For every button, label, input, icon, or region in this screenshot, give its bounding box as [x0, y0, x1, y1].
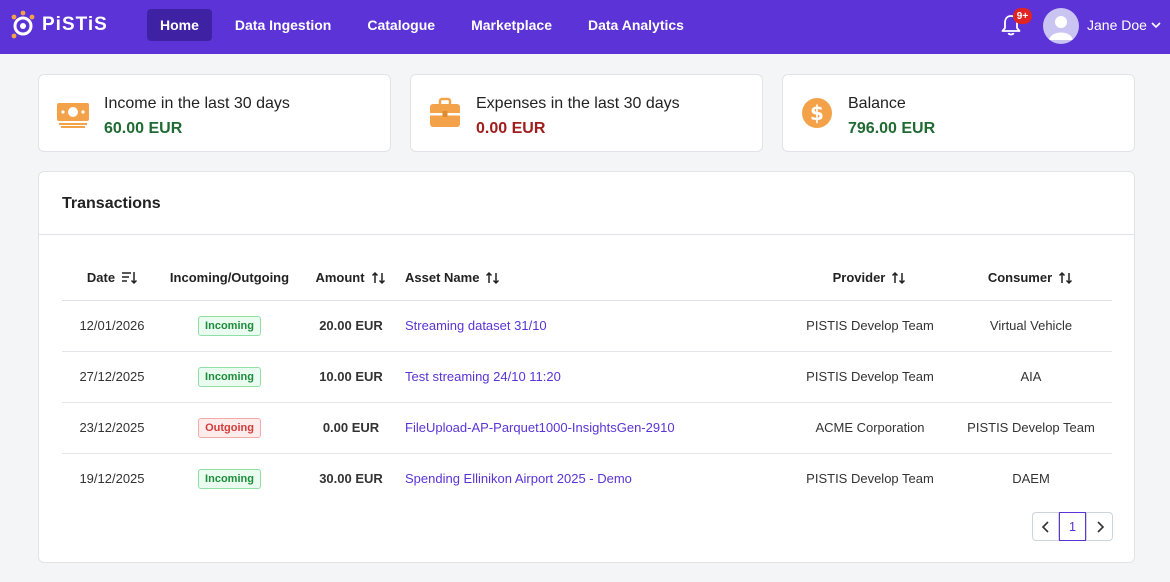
logo-icon: [11, 10, 35, 39]
table-row: 12/01/2026 Incoming 20.00 EUR Streaming …: [62, 300, 1112, 352]
cell-direction: Incoming: [162, 453, 297, 504]
status-badge: Incoming: [198, 366, 261, 387]
expenses-value: 0.00 EUR: [476, 120, 546, 137]
cell-asset: Test streaming 24/10 11:20: [405, 351, 790, 403]
panel-title: Transactions: [62, 195, 161, 212]
cell-asset: FileUpload-AP-Parquet1000-InsightsGen-29…: [405, 402, 790, 454]
cell-amount: 30.00 EUR: [319, 471, 383, 487]
pistis-logo[interactable]: PiSTiS: [10, 10, 108, 40]
notification-badge: 9+: [1013, 8, 1032, 24]
chevron-right-icon: [1096, 520, 1104, 533]
nav-home[interactable]: Home: [147, 9, 212, 41]
cell-asset: Spending Ellinikon Airport 2025 - Demo: [405, 453, 790, 504]
cell-asset: Streaming dataset 31/10: [405, 300, 790, 352]
svg-text:$: $: [810, 101, 824, 125]
cell-date: 19/12/2025: [79, 471, 145, 487]
cell-direction: Incoming: [162, 351, 297, 403]
column-header-consumer[interactable]: Consumer: [950, 256, 1112, 301]
column-header-provider[interactable]: Provider: [790, 256, 950, 301]
cell-direction: Incoming: [162, 300, 297, 352]
column-header-date[interactable]: Date: [62, 256, 162, 301]
sort-desc-icon[interactable]: [121, 271, 138, 285]
status-badge: Incoming: [198, 468, 261, 489]
chevron-down-icon[interactable]: [1150, 19, 1162, 31]
next-page-button[interactable]: [1086, 512, 1113, 541]
cell-date: 23/12/2025: [62, 402, 162, 454]
table-row: 27/12/2025 Incoming 10.00 EUR Test strea…: [62, 351, 1112, 403]
asset-link[interactable]: FileUpload-AP-Parquet1000-InsightsGen-29…: [405, 420, 675, 435]
income-label: Income in the last 30 days: [104, 95, 290, 112]
chevron-left-icon: [1041, 520, 1049, 533]
main-menu: Home Data Ingestion Catalogue Marketplac…: [147, 9, 707, 41]
asset-link[interactable]: Test streaming 24/10 11:20: [405, 369, 561, 384]
cell-amount: 20.00 EUR: [297, 300, 405, 352]
balance-label: Balance: [848, 95, 906, 112]
user-avatar-icon: [1049, 16, 1073, 40]
cell-consumer: PISTIS Develop Team: [950, 402, 1112, 454]
status-badge: Incoming: [198, 315, 261, 336]
column-header-asset-name[interactable]: Asset Name: [405, 256, 790, 301]
logo-text: PiSTiS: [42, 14, 108, 35]
transactions-table: Date Incoming/Outgoing Amount Asset Name…: [62, 256, 1112, 504]
briefcase-icon: [430, 97, 460, 127]
avatar[interactable]: [1043, 8, 1079, 44]
sort-icon[interactable]: [891, 271, 907, 285]
cell-provider: PISTIS Develop Team: [790, 351, 950, 403]
user-name[interactable]: Jane Doe: [1087, 17, 1147, 33]
column-header-direction: Incoming/Outgoing: [162, 256, 297, 301]
divider: [39, 234, 1134, 235]
cell-date: 27/12/2025: [62, 351, 162, 403]
expenses-label: Expenses in the last 30 days: [476, 95, 680, 112]
sort-icon[interactable]: [485, 271, 501, 285]
status-badge: Outgoing: [198, 417, 261, 438]
cell-consumer: Virtual Vehicle: [950, 300, 1112, 352]
cell-consumer: AIA: [950, 351, 1112, 403]
table-header-row: Date Incoming/Outgoing Amount Asset Name…: [62, 256, 1112, 301]
asset-link[interactable]: Spending Ellinikon Airport 2025 - Demo: [405, 471, 632, 486]
cell-provider: PISTIS Develop Team: [790, 300, 950, 352]
dollar-coin-icon: $: [802, 98, 832, 128]
nav-marketplace[interactable]: Marketplace: [458, 9, 565, 41]
table-row: 23/12/2025 Outgoing 0.00 EUR FileUpload-…: [62, 402, 1112, 454]
sort-icon[interactable]: [1058, 271, 1074, 285]
cell-provider: PISTIS Develop Team: [806, 471, 934, 487]
prev-page-button[interactable]: [1032, 512, 1059, 541]
nav-data-ingestion[interactable]: Data Ingestion: [222, 9, 344, 41]
nav-catalogue[interactable]: Catalogue: [354, 9, 448, 41]
column-header-amount[interactable]: Amount: [297, 256, 405, 301]
balance-value: 796.00 EUR: [848, 120, 936, 137]
income-value: 60.00 EUR: [104, 120, 183, 137]
asset-link[interactable]: Streaming dataset 31/10: [405, 318, 547, 333]
cell-date: 12/01/2026: [62, 300, 162, 352]
table-row: 19/12/2025 Incoming 30.00 EUR Spending E…: [62, 453, 1112, 504]
cell-consumer: DAEM: [1012, 471, 1050, 487]
nav-data-analytics[interactable]: Data Analytics: [575, 9, 697, 41]
top-navbar: PiSTiS Home Data Ingestion Catalogue Mar…: [0, 0, 1170, 54]
cell-provider: ACME Corporation: [790, 402, 950, 454]
transactions-panel: Transactions Date Incoming/Outgoing Amou…: [38, 171, 1135, 563]
cell-direction: Outgoing: [162, 402, 297, 454]
balance-card: $ Balance 796.00 EUR: [782, 74, 1135, 152]
cell-amount: 0.00 EUR: [297, 402, 405, 454]
money-icon: [57, 103, 89, 128]
income-card: Income in the last 30 days 60.00 EUR: [38, 74, 391, 152]
cell-amount: 10.00 EUR: [297, 351, 405, 403]
expenses-card: Expenses in the last 30 days 0.00 EUR: [410, 74, 763, 152]
pagination: 1: [1032, 512, 1113, 541]
sort-icon[interactable]: [371, 271, 387, 285]
page-button-current[interactable]: 1: [1059, 512, 1086, 541]
